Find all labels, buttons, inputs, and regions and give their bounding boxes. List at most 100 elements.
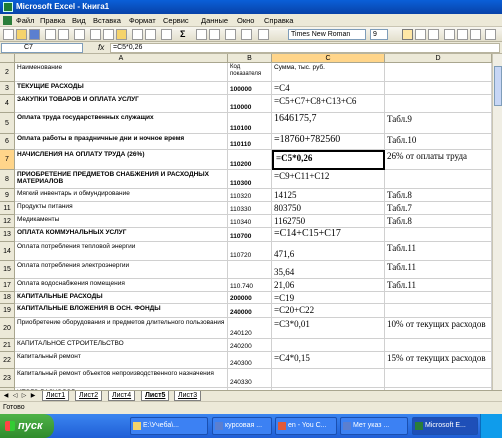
cell-A14[interactable]: Оплата потребления тепловой энергии xyxy=(15,242,228,261)
menu-file[interactable]: Файл xyxy=(16,16,34,25)
last-sheet-icon[interactable]: ▶ xyxy=(29,392,37,400)
cell-D8[interactable] xyxy=(385,170,492,189)
cell-C3[interactable]: =C4 xyxy=(272,82,385,95)
cell-A22[interactable]: Капитальный ремонт xyxy=(15,352,228,369)
cell-A7[interactable]: НАЧИСЛЕНИЯ НА ОПЛАТУ ТРУДА (26%) xyxy=(15,150,228,170)
task-browser[interactable]: en - You C... xyxy=(275,417,337,435)
sheet-tab-5[interactable]: Лист5 xyxy=(141,391,170,401)
paste-icon[interactable] xyxy=(116,29,127,40)
cell-D15[interactable]: Табл.11 xyxy=(385,261,492,279)
align-left-icon[interactable] xyxy=(444,29,455,40)
next-sheet-icon[interactable]: ▷ xyxy=(20,392,28,400)
first-sheet-icon[interactable]: ◀ xyxy=(2,392,10,400)
cell-D22[interactable]: 15% от текущих расходов xyxy=(385,352,492,369)
menu-view[interactable]: Вид xyxy=(72,16,86,25)
row-header[interactable]: 3 xyxy=(0,82,15,95)
cell-A3[interactable]: ТЕКУЩИЕ РАСХОДЫ xyxy=(15,82,228,95)
row-header[interactable]: 14 xyxy=(0,242,15,261)
cell-C11[interactable]: 803750 xyxy=(272,202,385,215)
cell-B11[interactable]: 110330 xyxy=(228,202,272,215)
cell-C20[interactable]: =C3*0,01 xyxy=(272,318,385,339)
cell-C19[interactable]: =C20+C22 xyxy=(272,304,385,318)
cell-B3[interactable]: 100000 xyxy=(228,82,272,95)
vertical-scrollbar[interactable] xyxy=(492,54,502,390)
cell-D6[interactable]: Табл.10 xyxy=(385,134,492,150)
menu-format[interactable]: Формат xyxy=(129,16,156,25)
cell-C14[interactable]: 471,6 xyxy=(272,242,385,261)
print-preview-icon[interactable] xyxy=(58,29,69,40)
cell-C5[interactable]: 1646175,7 xyxy=(272,113,385,134)
cell-D17[interactable]: Табл.11 xyxy=(385,279,492,292)
cell-C13[interactable]: =C14+C15+C17 xyxy=(272,228,385,242)
cell-C8[interactable]: =C9+C11+C12 xyxy=(272,170,385,189)
sheet-tab-4[interactable]: Лист4 xyxy=(108,391,136,401)
cell-B4[interactable]: 110000 xyxy=(228,95,272,113)
italic-icon[interactable] xyxy=(415,29,426,40)
task-excel[interactable]: Microsoft E... xyxy=(412,417,478,435)
cell-B9[interactable]: 110320 xyxy=(228,189,272,202)
sort-ascending-icon[interactable] xyxy=(196,29,207,40)
cell-A12[interactable]: Медикаменты xyxy=(15,215,228,228)
bold-icon[interactable] xyxy=(402,29,413,40)
undo-icon[interactable] xyxy=(132,29,143,40)
merge-cells-icon[interactable] xyxy=(485,29,496,40)
cell-C15[interactable]: 35,64 xyxy=(272,261,385,279)
hyperlink-icon[interactable] xyxy=(161,29,172,40)
cell-A9[interactable]: Мягкий инвентарь и обмундирование xyxy=(15,189,228,202)
sheet-tab-2[interactable]: Лист2 xyxy=(75,391,103,401)
cell-D14[interactable]: Табл.11 xyxy=(385,242,492,261)
cell-D9[interactable]: Табл.8 xyxy=(385,189,492,202)
cell-D11[interactable]: Табл.7 xyxy=(385,202,492,215)
cell-C18[interactable]: =C19 xyxy=(272,292,385,304)
save-icon[interactable] xyxy=(29,29,40,40)
row-header[interactable]: 12 xyxy=(0,215,15,228)
name-box[interactable]: C7 xyxy=(1,43,83,53)
row-header[interactable]: 18 xyxy=(0,292,15,304)
column-header-c[interactable]: C xyxy=(272,54,385,63)
row-header[interactable]: 13 xyxy=(0,228,15,242)
cell-C4[interactable]: =C5+C7+C8+C13+C6 xyxy=(272,95,385,113)
cell-A23[interactable]: Капитальный ремонт объектов непроизводст… xyxy=(15,369,228,388)
start-button[interactable]: пуск xyxy=(0,414,54,438)
row-header[interactable]: 6 xyxy=(0,134,15,150)
spelling-icon[interactable] xyxy=(74,29,85,40)
cell-B8[interactable]: 110300 xyxy=(228,170,272,189)
cell-C12[interactable]: 1162750 xyxy=(272,215,385,228)
menu-data[interactable]: Данные xyxy=(201,16,228,25)
cell-B18[interactable]: 200000 xyxy=(228,292,272,304)
cell-A2[interactable]: Наименование xyxy=(15,63,228,82)
cell-A17[interactable]: Оплата водоснабжения помещения xyxy=(15,279,228,292)
row-header[interactable]: 4 xyxy=(0,95,15,113)
cell-A18[interactable]: КАПИТАЛЬНЫЕ РАСХОДЫ xyxy=(15,292,228,304)
cell-C17[interactable]: 21,06 xyxy=(272,279,385,292)
column-header-b[interactable]: B xyxy=(228,54,272,63)
spreadsheet-grid[interactable]: A B C D 2 Наименование Код показателя Сумма… xyxy=(0,54,492,390)
cell-C6[interactable]: =18760+782560 xyxy=(272,134,385,150)
font-size-select[interactable]: 9 xyxy=(370,29,388,40)
cell-A6[interactable]: Оплата работы в праздничные дни и ночное… xyxy=(15,134,228,150)
cell-D23[interactable] xyxy=(385,369,492,388)
cell-D2[interactable] xyxy=(385,63,492,82)
align-center-icon[interactable] xyxy=(457,29,468,40)
cell-D12[interactable]: Табл.8 xyxy=(385,215,492,228)
cell-B6[interactable]: 110110 xyxy=(228,134,272,150)
cell-B13[interactable]: 110700 xyxy=(228,228,272,242)
row-header[interactable]: 21 xyxy=(0,339,15,352)
drawing-icon[interactable] xyxy=(241,29,252,40)
scroll-thumb[interactable] xyxy=(494,66,502,106)
cell-A4[interactable]: ЗАКУПКИ ТОВАРОВ И ОПЛАТА УСЛУГ xyxy=(15,95,228,113)
cell-B14[interactable]: 110720 xyxy=(228,242,272,261)
column-header-d[interactable]: D xyxy=(385,54,492,63)
autosum-icon[interactable]: Σ xyxy=(180,29,191,40)
select-all-corner[interactable] xyxy=(0,54,15,63)
prev-sheet-icon[interactable]: ◁ xyxy=(11,392,19,400)
cell-B19[interactable]: 240000 xyxy=(228,304,272,318)
task-explorer[interactable]: E:\Учеба\... xyxy=(130,417,208,435)
cell-A15[interactable]: Оплата потребления электроэнергии xyxy=(15,261,228,279)
excel-doc-icon[interactable] xyxy=(3,16,12,25)
cell-C9[interactable]: 14125 xyxy=(272,189,385,202)
row-header[interactable]: 7 xyxy=(0,150,15,170)
cell-A20[interactable]: Приобретение оборудования и предметов дл… xyxy=(15,318,228,339)
row-header[interactable]: 23 xyxy=(0,369,15,388)
cell-D3[interactable] xyxy=(385,82,492,95)
